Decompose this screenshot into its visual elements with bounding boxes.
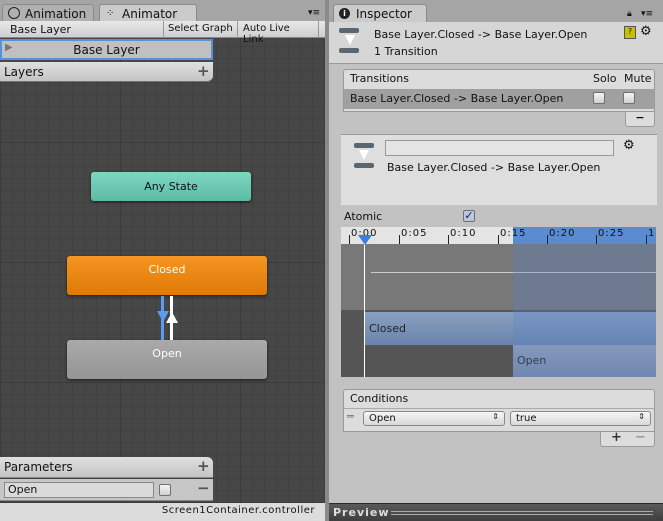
transition-icon bbox=[354, 143, 374, 169]
atomic-checkbox[interactable]: ✓ bbox=[463, 210, 475, 222]
transition-label: Base Layer.Closed -> Base Layer.Open bbox=[387, 161, 601, 174]
clock-icon bbox=[8, 7, 20, 19]
dropdown-value: true bbox=[516, 413, 537, 424]
add-layer-button[interactable]: + bbox=[197, 62, 210, 80]
layer-name: Base Layer bbox=[73, 43, 140, 57]
inspector-title: Base Layer.Closed -> Base Layer.Open bbox=[374, 28, 588, 41]
transitions-list: Transitions Solo Mute Base Layer.Closed … bbox=[343, 69, 655, 112]
transition-name: Base Layer.Closed -> Base Layer.Open bbox=[350, 92, 564, 105]
drag-handle-icon[interactable] bbox=[391, 511, 653, 515]
remove-transition-button[interactable]: − bbox=[625, 112, 655, 127]
transition-settings: ⚙ Base Layer.Closed -> Base Layer.Open bbox=[341, 134, 657, 205]
arrow-up-icon bbox=[166, 312, 178, 323]
parameters-label: Parameters bbox=[4, 460, 73, 474]
tab-inspector[interactable]: i Inspector bbox=[333, 4, 427, 22]
conditions-list: Conditions ═ Open ⇕ true ⇕ bbox=[343, 389, 655, 432]
lock-icon[interactable]: 🔒︎ bbox=[627, 9, 632, 19]
tick-label: 1 bbox=[648, 228, 656, 239]
gear-icon[interactable]: ⚙ bbox=[623, 138, 635, 153]
tab-animation[interactable]: Animation bbox=[2, 4, 94, 22]
tab-label: Inspector bbox=[356, 7, 412, 21]
controller-filename: Screen1Container.controller bbox=[161, 505, 315, 516]
parameter-value-checkbox[interactable] bbox=[159, 484, 171, 496]
remove-condition-button[interactable]: − bbox=[635, 430, 646, 445]
condition-value-dropdown[interactable]: true ⇕ bbox=[510, 411, 651, 426]
gear-icon[interactable]: ⚙ bbox=[640, 24, 652, 39]
layers-header: Layers + bbox=[0, 62, 213, 82]
solo-checkbox[interactable] bbox=[593, 92, 605, 104]
panel-menu-icon[interactable]: ▾≡ bbox=[641, 9, 653, 19]
transition-row[interactable]: Base Layer.Closed -> Base Layer.Open bbox=[344, 89, 654, 109]
conditions-header: Conditions bbox=[350, 392, 409, 405]
dropdown-arrows-icon: ⇕ bbox=[638, 412, 645, 421]
tab-label: Animation bbox=[25, 7, 87, 21]
auto-live-link-button[interactable]: Auto Live Link bbox=[237, 21, 319, 45]
drag-handle-icon[interactable]: ═ bbox=[347, 410, 354, 423]
state-closed[interactable]: Closed bbox=[67, 256, 267, 295]
atomic-label: Atomic bbox=[344, 210, 383, 223]
parameters-header: Parameters + bbox=[0, 457, 213, 478]
preview-label: Preview bbox=[333, 506, 390, 519]
tab-animator[interactable]: ⁘ Animator bbox=[99, 4, 197, 22]
status-bar: Screen1Container.controller bbox=[0, 503, 325, 521]
tick-label: 0:10 bbox=[450, 228, 477, 239]
transitions-header: Transitions bbox=[350, 72, 409, 85]
state-label: Any State bbox=[144, 180, 198, 193]
parameter-row: Open − bbox=[0, 479, 213, 501]
inspector-subtitle: 1 Transition bbox=[374, 45, 438, 58]
solo-header: Solo bbox=[593, 72, 617, 85]
playhead[interactable] bbox=[364, 235, 365, 377]
add-parameter-button[interactable]: + bbox=[197, 457, 210, 475]
animator-window: Animation ⁘ Animator ▾≡ Base Layer Selec… bbox=[0, 0, 326, 521]
parameter-name-field[interactable]: Open bbox=[4, 482, 154, 498]
select-graph-button[interactable]: Select Graph bbox=[163, 21, 237, 38]
dropdown-arrows-icon: ⇕ bbox=[492, 412, 499, 421]
source-clip-label: Closed bbox=[369, 322, 406, 335]
parameter-name: Open bbox=[8, 483, 38, 496]
playhead-marker-icon[interactable] bbox=[358, 235, 372, 245]
preview-bar[interactable]: Preview bbox=[329, 503, 663, 521]
state-open[interactable]: Open bbox=[67, 340, 267, 379]
transition-overlay bbox=[513, 244, 656, 377]
toolbar: Base Layer Select Graph Auto Live Link bbox=[0, 21, 325, 45]
transition-timeline[interactable]: 0:00 0:05 0:10 0:15 0:20 0:25 1 Closed O… bbox=[341, 227, 656, 377]
state-label: Open bbox=[152, 347, 182, 360]
remove-parameter-button[interactable]: − bbox=[197, 479, 210, 497]
tick-label: 0:25 bbox=[598, 228, 625, 239]
add-condition-button[interactable]: + bbox=[611, 430, 622, 445]
mute-header: Mute bbox=[624, 72, 652, 85]
tick-label: 0:05 bbox=[401, 228, 428, 239]
transition-name-field[interactable] bbox=[385, 140, 614, 156]
state-any-state[interactable]: Any State bbox=[91, 172, 251, 201]
layer-item-base[interactable]: ▶ Base Layer bbox=[0, 39, 213, 60]
tick-label: 0:20 bbox=[549, 228, 576, 239]
animator-icon: ⁘ bbox=[106, 8, 115, 19]
state-label: Closed bbox=[148, 263, 186, 276]
condition-buttons: + − bbox=[600, 430, 655, 447]
transition-icon bbox=[339, 28, 359, 54]
help-icon[interactable]: ? bbox=[624, 26, 636, 39]
mute-checkbox[interactable] bbox=[623, 92, 635, 104]
layers-label: Layers bbox=[4, 65, 44, 79]
select-graph-label: Select Graph bbox=[168, 23, 233, 34]
panel-menu-icon[interactable]: ▾≡ bbox=[308, 8, 320, 18]
condition-parameter-dropdown[interactable]: Open ⇕ bbox=[363, 411, 505, 426]
tick-label: 0:15 bbox=[500, 228, 527, 239]
transition-range-highlight[interactable] bbox=[513, 227, 656, 244]
inspector-window: i Inspector 🔒︎ ▾≡ Base Layer.Closed -> B… bbox=[329, 0, 663, 521]
tab-label: Animator bbox=[122, 7, 178, 21]
breadcrumb[interactable]: Base Layer bbox=[10, 23, 71, 36]
dropdown-value: Open bbox=[369, 413, 396, 424]
info-icon: i bbox=[339, 8, 350, 19]
inspector-header: Base Layer.Closed -> Base Layer.Open 1 T… bbox=[329, 22, 663, 64]
